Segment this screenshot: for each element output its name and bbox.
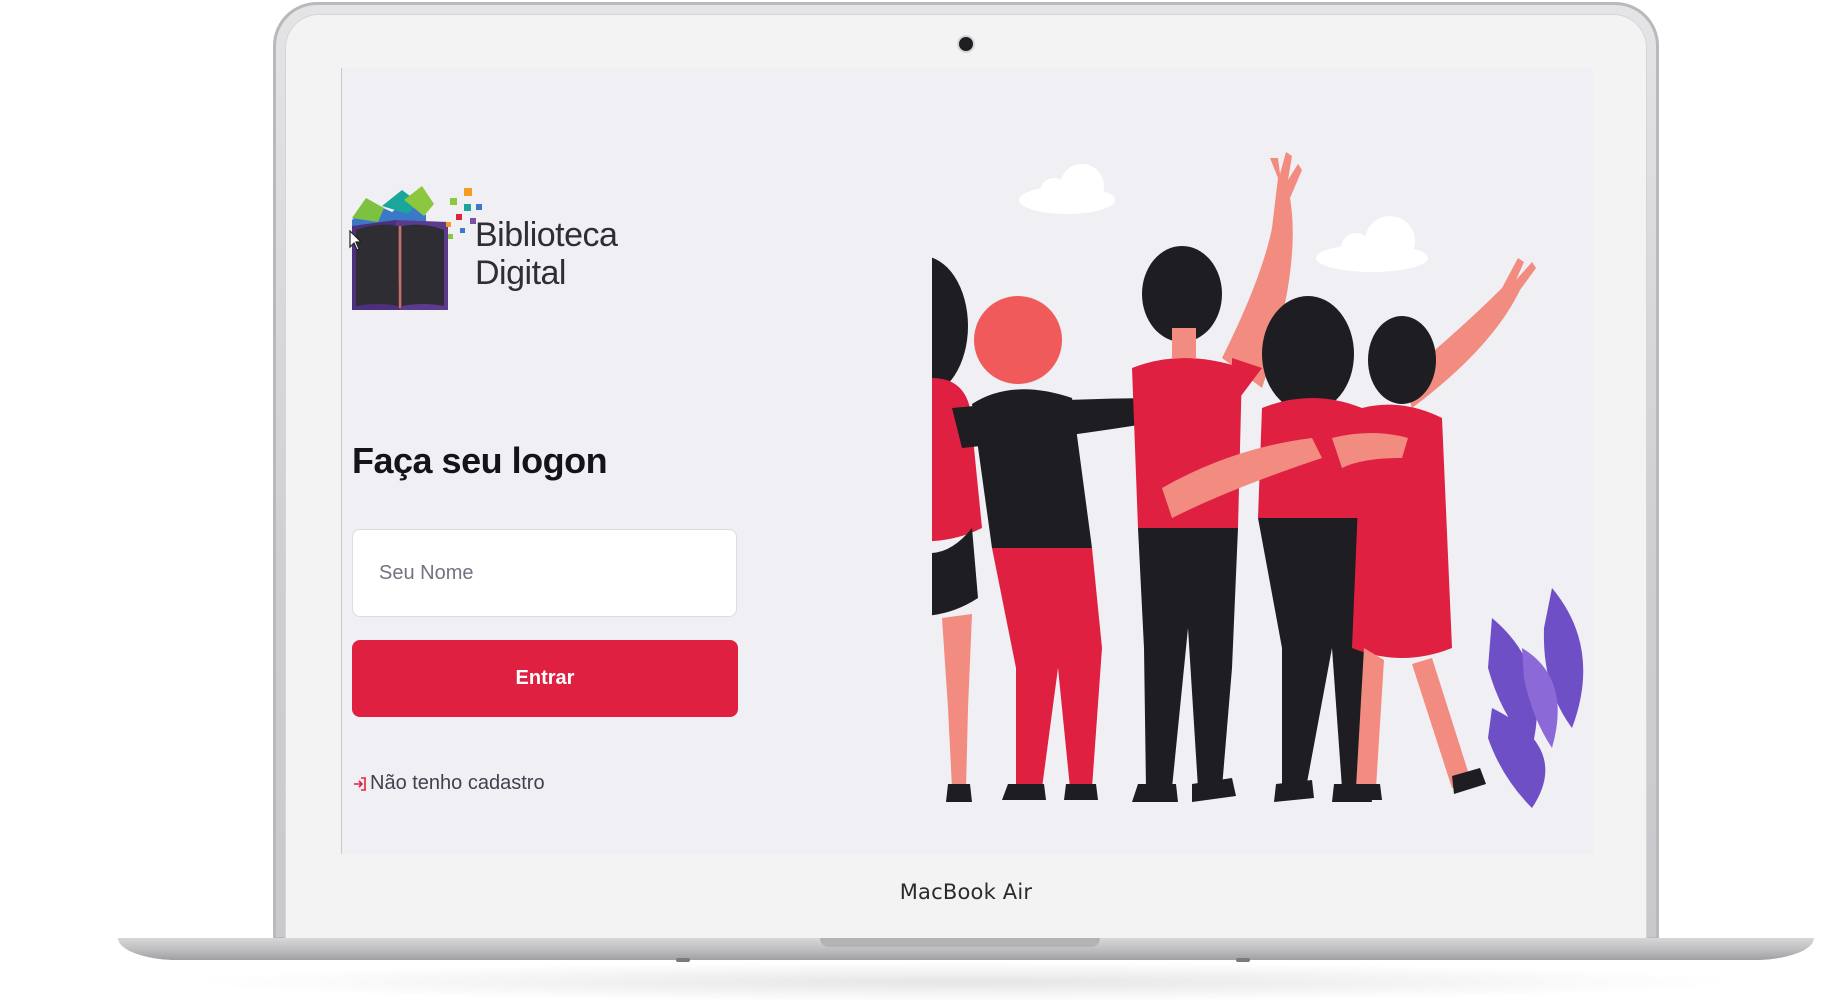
logo-line-1: Biblioteca [475,216,618,254]
laptop-foot [1236,958,1250,962]
camera-icon [959,37,973,51]
logo-line-2: Digital [475,254,566,292]
register-link-label: Não tenho cadastro [370,772,545,794]
register-link[interactable]: Não tenho cadastro [352,772,545,795]
laptop-hinge-notch [820,938,1100,947]
laptop-shadow [180,962,1750,1002]
laptop-mockup: Biblioteca Digital Faça seu logon Entrar… [0,0,1824,1004]
mouse-cursor-icon [349,230,363,251]
device-label: MacBook Air [899,880,1033,904]
enter-button[interactable]: Entrar [352,640,738,717]
log-in-icon [354,776,366,791]
name-input[interactable] [352,529,737,617]
logo-text: Biblioteca Digital [475,216,618,292]
page-title: Faça seu logon [352,440,608,481]
app-screen: Biblioteca Digital Faça seu logon Entrar… [341,68,1593,854]
group-of-friends-illustration [932,152,1584,808]
laptop-foot [676,958,690,962]
